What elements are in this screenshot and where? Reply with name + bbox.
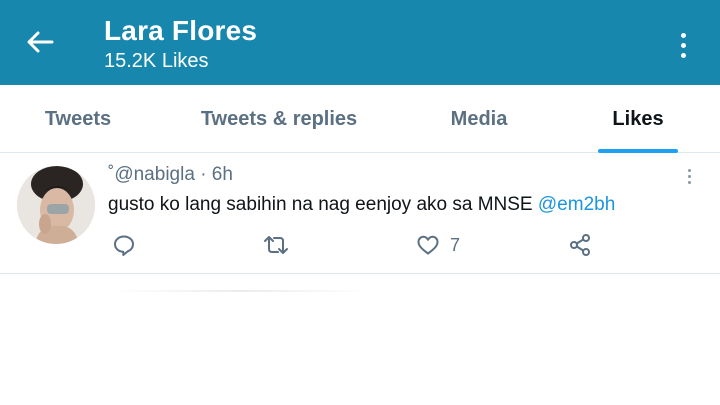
meta-separator: · (200, 164, 207, 185)
reply-icon (112, 233, 136, 257)
more-vertical-icon (687, 168, 691, 172)
tweet-mention-link[interactable]: @em2bh (538, 194, 615, 215)
page-title: Lara Flores (104, 15, 258, 46)
header-title-block: Lara Flores 15.2K Likes (104, 14, 257, 74)
like-button[interactable]: 7 (416, 230, 460, 260)
heart-icon (416, 233, 440, 257)
tweet-text: gusto ko lang sabihin na nag eenjoy ako … (108, 192, 615, 218)
tweet-handle[interactable]: ˚@nabigla (108, 164, 195, 185)
back-button[interactable] (20, 26, 60, 62)
tab-likes[interactable]: Likes (598, 85, 678, 153)
tab-tweets[interactable]: Tweets (0, 85, 156, 153)
share-button[interactable] (568, 230, 592, 260)
like-count: 7 (450, 234, 461, 255)
active-tab-indicator (598, 149, 678, 153)
likes-count: 15.2K Likes (104, 50, 209, 72)
tweet-options-button[interactable] (682, 164, 696, 188)
tweet-meta: ˚@nabigla · 6h (108, 163, 233, 187)
retweet-button[interactable] (262, 230, 290, 260)
reply-button[interactable] (112, 230, 136, 260)
profile-header: Lara Flores 15.2K Likes (0, 0, 720, 85)
tweet-time[interactable]: 6h (212, 164, 233, 185)
more-vertical-icon (680, 32, 686, 38)
share-icon (568, 233, 592, 257)
tab-media[interactable]: Media (420, 85, 538, 153)
tweet-body: gusto ko lang sabihin na nag eenjoy ako … (108, 194, 533, 215)
tab-tweets-replies[interactable]: Tweets & replies (178, 85, 380, 153)
arrow-left-icon (26, 30, 54, 59)
tweet-actions: 7 (0, 230, 720, 260)
loading-divider (112, 290, 372, 292)
retweet-icon (262, 233, 290, 257)
more-options-button[interactable] (668, 28, 698, 62)
profile-tabs: Tweets Tweets & replies Media Likes (0, 85, 720, 153)
tweet-card[interactable]: ˚@nabigla · 6h gusto ko lang sabihin na … (0, 154, 720, 274)
